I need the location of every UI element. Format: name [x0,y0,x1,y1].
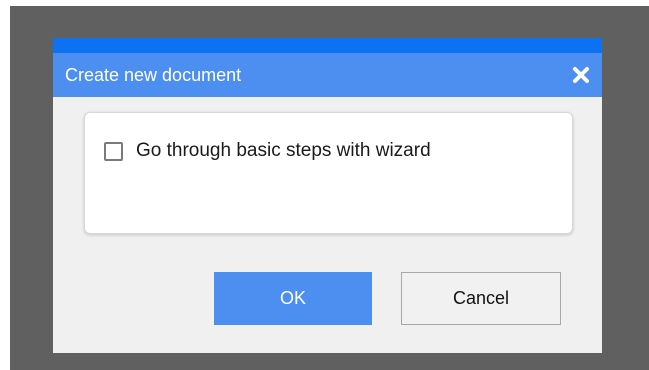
ok-button[interactable]: OK [214,272,372,325]
wizard-checkbox-label[interactable]: Go through basic steps with wizard [136,140,431,162]
create-document-dialog: Create new document Go through basic ste… [53,38,602,353]
wizard-option[interactable]: Go through basic steps with wizard [104,140,431,162]
title-accent-strip [53,38,602,53]
cancel-button[interactable]: Cancel [401,272,561,325]
dialog-title-bar: Create new document [53,53,602,97]
close-button[interactable] [566,60,596,90]
close-x-icon [573,67,589,83]
options-panel: Go through basic steps with wizard [84,112,573,234]
dialog-title: Create new document [65,65,242,85]
wizard-checkbox[interactable] [104,141,123,161]
